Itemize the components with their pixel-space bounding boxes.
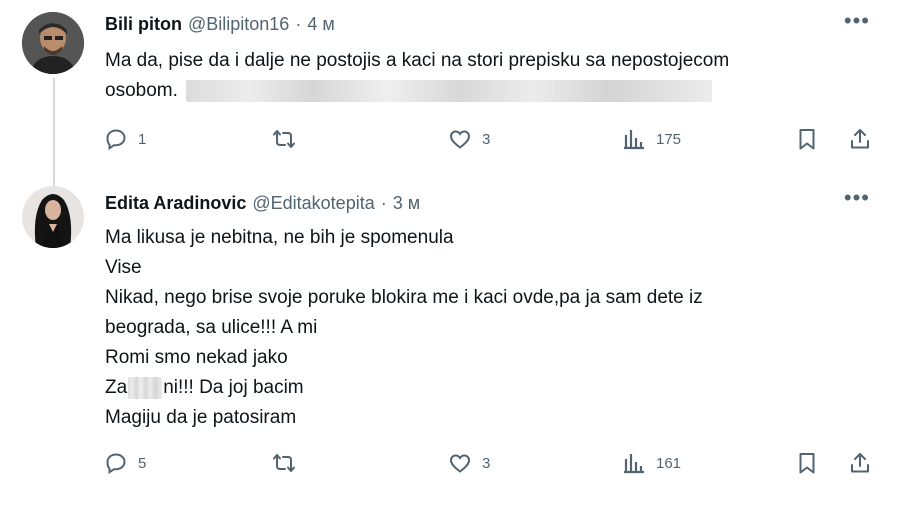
share-button[interactable] [848,451,872,475]
tweet-2[interactable]: Edita Aradinovic @Editakotepita · 3 м ••… [0,180,900,519]
more-options-icon[interactable]: ••• [844,187,870,209]
views-count: 161 [656,454,682,472]
views-button[interactable]: 175 [622,127,681,151]
action-bar: 1 3 175 [100,127,880,157]
thread-line [53,78,55,190]
reply-button[interactable]: 5 [104,451,146,475]
user-handle[interactable]: @Bilipiton16 [188,14,289,35]
tweet-text-line: Nikad, nego brise svoje poruke blokira m… [105,287,703,308]
reply-count: 1 [138,130,147,148]
tweet-text: Ma likusa je nebitna, ne bih je spomenul… [105,223,885,433]
tweet-header: Bili piton @Bilipiton16 · 4 м [105,12,335,36]
timestamp[interactable]: 4 м [307,14,334,35]
like-icon [449,454,471,473]
display-name[interactable]: Edita Aradinovic [105,193,246,214]
like-count: 3 [482,454,491,472]
separator-dot: · [295,13,302,34]
tweet-text-line: Ma da, pise da i dalje ne postojis a kac… [105,50,730,71]
repost-icon [273,130,295,148]
avatar[interactable] [22,186,84,248]
more-options-icon[interactable]: ••• [844,10,870,32]
views-icon [624,130,644,150]
repost-button[interactable] [272,127,306,151]
bookmark-icon [799,129,815,150]
bookmark-button[interactable] [795,451,819,475]
views-icon [624,454,644,474]
views-button[interactable]: 161 [622,451,681,475]
blurred-redaction [128,376,163,399]
separator-dot: · [380,192,387,213]
reply-button[interactable]: 1 [104,127,146,151]
share-button[interactable] [848,127,872,151]
tweet-text-line: Za [105,377,128,398]
reply-icon [106,129,126,151]
tweet-text-line: Romi smo nekad jako [105,347,288,368]
user-handle[interactable]: @Editakotepita [252,193,374,214]
tweet-header: Edita Aradinovic @Editakotepita · 3 м [105,191,420,215]
bookmark-icon [799,453,815,474]
share-icon [851,453,869,473]
repost-button[interactable] [272,451,306,475]
timestamp[interactable]: 3 м [393,193,420,214]
like-icon [449,130,471,149]
reply-count: 5 [138,454,147,472]
bookmark-button[interactable] [795,127,819,151]
tweet-text-line: ni!!! Da joj bacim [163,377,304,398]
tweet-text: Ma da, pise da i dalje ne postojis a kac… [105,46,885,106]
like-count: 3 [482,130,491,148]
tweet-text-line: Ma likusa je nebitna, ne bih je spomenul… [105,227,454,248]
tweet-text-line: Vise [105,257,142,278]
tweet-1[interactable]: Bili piton @Bilipiton16 · 4 м ••• Ma da,… [0,0,900,190]
views-count: 175 [656,130,682,148]
repost-icon [273,454,295,472]
like-button[interactable]: 3 [448,451,490,475]
avatar[interactable] [22,12,84,74]
action-bar: 5 3 161 [100,451,880,481]
tweet-text-line: Magiju da je patosiram [105,407,297,428]
reply-icon [106,453,126,475]
share-icon [851,129,869,149]
blurred-redaction [185,79,712,102]
display-name[interactable]: Bili piton [105,14,182,35]
tweet-text-line: osobom. [105,80,178,101]
tweet-text-line: beograda, sa ulice!!! A mi [105,317,318,338]
like-button[interactable]: 3 [448,127,490,151]
